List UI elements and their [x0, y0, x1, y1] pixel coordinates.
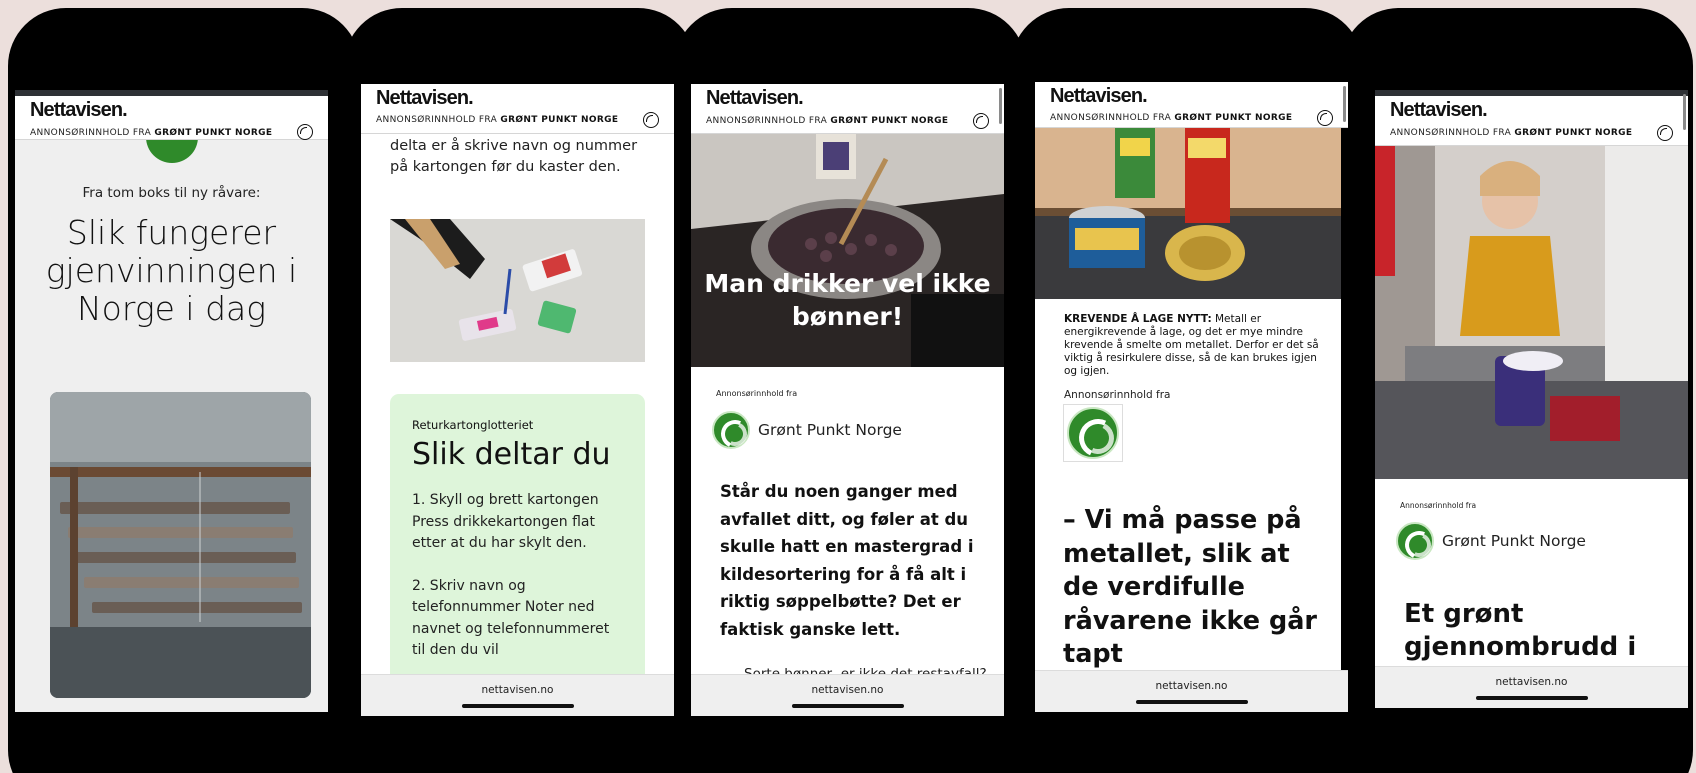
green-dot-recycle-icon [712, 411, 750, 449]
sponsor-name: GRØNT PUNKT NORGE [1514, 128, 1633, 138]
sponsor-name: GRØNT PUNKT NORGE [1174, 113, 1293, 123]
scrollbar[interactable] [1683, 94, 1686, 130]
phone-3-screen: Nettavisen. ANNONSØRINNHOLD FRA GRØNT PU… [691, 84, 1004, 716]
article-kicker: Fra tom boks til ny råvare: [82, 185, 261, 201]
hero-image: Man drikker vel ikke bønner! [691, 134, 1004, 367]
sponsor-line: ANNONSØRINNHOLD FRA GRØNT PUNKT NORGE [30, 128, 272, 138]
site-logo[interactable]: Nettavisen. [1390, 99, 1488, 122]
sponsor-prefix: ANNONSØRINNHOLD FRA [30, 128, 152, 138]
home-indicator[interactable] [1135, 700, 1248, 704]
green-dot-recycle-icon [1067, 407, 1119, 459]
recycling-conveyor-image [50, 392, 311, 698]
home-indicator[interactable] [461, 704, 574, 708]
phone-4: Nettavisen. ANNONSØRINNHOLD FRA GRØNT PU… [1011, 8, 1363, 773]
article-photo [50, 392, 311, 698]
advertiser-label: Annonsørinnhold fra [716, 389, 798, 398]
sponsor-line: ANNONSØRINNHOLD FRA GRØNT PUNKT NORGE [1390, 128, 1632, 138]
header-strip [15, 90, 328, 96]
phone-5-screen: Nettavisen. ANNONSØRINNHOLD FRA GRØNT PU… [1375, 90, 1688, 708]
circular-arrow-icon[interactable] [1317, 110, 1333, 126]
site-header: Nettavisen. ANNONSØRINNHOLD FRA GRØNT PU… [1035, 82, 1348, 128]
header-strip [1375, 90, 1688, 96]
scrollbar[interactable] [999, 88, 1002, 124]
hero-image [1375, 146, 1688, 479]
site-header: Nettavisen. ANNONSØRINNHOLD FRA GRØNT PU… [691, 84, 1004, 134]
phone-4-screen: Nettavisen. ANNONSØRINNHOLD FRA GRØNT PU… [1035, 82, 1348, 712]
phone-5: Nettavisen. ANNONSØRINNHOLD FRA GRØNT PU… [1341, 8, 1693, 773]
browser-bottom-bar: nettavisen.no [1375, 666, 1688, 708]
phone-1-screen: Nettavisen. ANNONSØRINNHOLD FRA GRØNT PU… [15, 90, 328, 712]
advertiser-brand[interactable]: Grønt Punkt Norge [712, 411, 902, 449]
step-2: 2. Skriv navn og telefonnummer Noter ned… [412, 577, 610, 659]
girl-recycling-image [1375, 146, 1688, 479]
metal-cans-image [1035, 128, 1348, 299]
url-label[interactable]: nettavisen.no [361, 675, 674, 696]
person-writing-on-carton-image [390, 219, 645, 362]
image-caption: KREVENDE Å LAGE NYTT: Metall er energikr… [1064, 313, 1322, 378]
phone-1: Nettavisen. ANNONSØRINNHOLD FRA GRØNT PU… [8, 8, 360, 773]
hero-image [1035, 128, 1348, 299]
site-logo[interactable]: Nettavisen. [376, 87, 474, 110]
caption-bold: KREVENDE Å LAGE NYTT: [1064, 313, 1212, 325]
sponsor-line: ANNONSØRINNHOLD FRA GRØNT PUNKT NORGE [376, 115, 618, 125]
sponsor-prefix: ANNONSØRINNHOLD FRA [1390, 128, 1512, 138]
article-paragraph: delta er å skrive navn og nummer på kart… [390, 138, 638, 175]
article-quote: – Vi må passe på metallet, slik at de ve… [1063, 505, 1317, 669]
phone-2-screen: Nettavisen. ANNONSØRINNHOLD FRA GRØNT PU… [361, 84, 674, 716]
browser-bottom-bar: nettavisen.no [361, 674, 674, 716]
sponsor-name: GRØNT PUNKT NORGE [500, 115, 619, 125]
sponsor-line: ANNONSØRINNHOLD FRA GRØNT PUNKT NORGE [706, 116, 948, 126]
advertiser-name: Grønt Punkt Norge [1442, 532, 1586, 550]
article-photo [390, 219, 645, 362]
box-title: Slik deltar du [412, 437, 611, 472]
advertiser-brand[interactable]: Grønt Punkt Norge [1396, 522, 1586, 560]
phone-2: Nettavisen. ANNONSØRINNHOLD FRA GRØNT PU… [344, 8, 696, 773]
article-title: Slik fungerer gjenvinningen i Norge i da… [45, 213, 298, 328]
sponsor-name: GRØNT PUNKT NORGE [830, 116, 949, 126]
sponsor-line: ANNONSØRINNHOLD FRA GRØNT PUNKT NORGE [1050, 113, 1292, 123]
article-headline: Et grønt gjennombrudd i [1404, 599, 1637, 662]
step-1: 1. Skyll og brett kartongen Press drikke… [412, 492, 599, 551]
browser-bottom-bar: nettavisen.no [1035, 670, 1348, 712]
site-logo[interactable]: Nettavisen. [30, 99, 128, 122]
sponsor-name: GRØNT PUNKT NORGE [154, 128, 273, 138]
sponsor-prefix: ANNONSØRINNHOLD FRA [1050, 113, 1172, 123]
browser-bottom-bar: nettavisen.no [691, 674, 1004, 716]
hero-title: Man drikker vel ikke bønner! [704, 269, 991, 331]
box-eyebrow: Returkartonglotteriet [412, 418, 534, 432]
sponsor-prefix: ANNONSØRINNHOLD FRA [376, 115, 498, 125]
circular-arrow-icon[interactable] [1657, 125, 1673, 141]
home-indicator[interactable] [791, 704, 904, 708]
circular-arrow-icon[interactable] [643, 112, 659, 128]
site-header: Nettavisen. ANNONSØRINNHOLD FRA GRØNT PU… [1375, 90, 1688, 146]
site-logo[interactable]: Nettavisen. [706, 87, 804, 110]
advertiser-name: Grønt Punkt Norge [758, 421, 902, 439]
article-lead: Står du noen ganger med avfallet ditt, o… [720, 482, 974, 639]
advertiser-label: Annonsørinnhold fra [1064, 389, 1171, 401]
site-header: Nettavisen. ANNONSØRINNHOLD FRA GRØNT PU… [361, 84, 674, 134]
scrollbar[interactable] [1343, 86, 1346, 122]
sponsor-prefix: ANNONSØRINNHOLD FRA [706, 116, 828, 126]
url-label[interactable]: nettavisen.no [1375, 667, 1688, 688]
circular-arrow-icon[interactable] [297, 124, 313, 140]
phone-3: Nettavisen. ANNONSØRINNHOLD FRA GRØNT PU… [674, 8, 1026, 773]
green-dot-recycle-icon [1396, 522, 1434, 560]
advertiser-logo-box[interactable] [1063, 404, 1123, 462]
info-box: Returkartonglotteriet Slik deltar du 1. … [390, 394, 645, 694]
url-label[interactable]: nettavisen.no [1035, 671, 1348, 692]
site-header: Nettavisen. ANNONSØRINNHOLD FRA GRØNT PU… [15, 90, 328, 140]
circular-arrow-icon[interactable] [973, 113, 989, 129]
home-indicator[interactable] [1475, 696, 1588, 700]
site-logo[interactable]: Nettavisen. [1050, 85, 1148, 108]
advertiser-label: Annonsørinnhold fra [1400, 501, 1477, 510]
url-label[interactable]: nettavisen.no [691, 675, 1004, 696]
